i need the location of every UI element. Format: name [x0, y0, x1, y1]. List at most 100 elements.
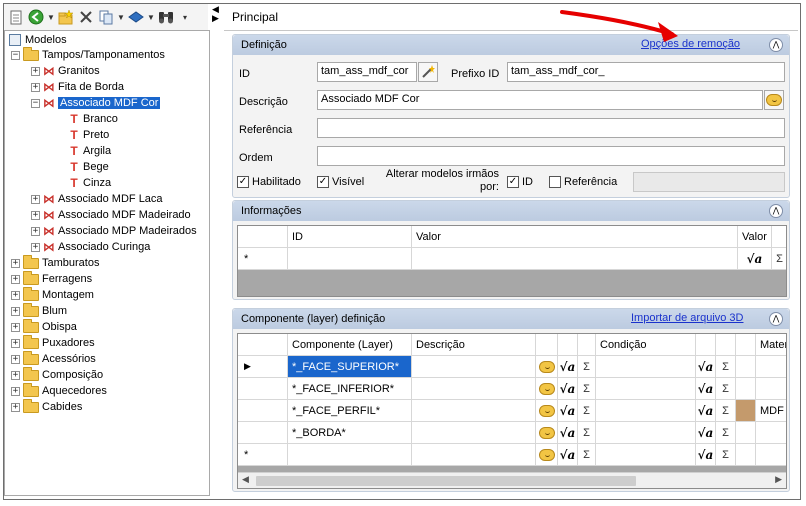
expand-icon[interactable]: + [31, 210, 40, 220]
sqrt-icon[interactable]: √a [696, 356, 716, 377]
informacoes-new-row[interactable]: * √a Σ [238, 248, 786, 270]
expand-icon[interactable]: + [31, 194, 40, 204]
tree-node-composicao[interactable]: + Composição [11, 366, 103, 383]
informacoes-grid[interactable]: ID Valor Valor * √a Σ [237, 225, 787, 297]
tree-node-argila[interactable]: T Argila [69, 143, 111, 159]
col-layer[interactable]: Componente (Layer) [288, 334, 412, 355]
sigma-icon[interactable]: Σ [716, 378, 736, 399]
sigma-icon[interactable]: Σ [578, 356, 596, 377]
tree-node-associado-mdf-laca[interactable]: + ⋈ Associado MDF Laca [31, 191, 163, 207]
tab-principal[interactable]: Principal [232, 10, 278, 24]
material-cell[interactable] [756, 422, 786, 443]
condition-cell[interactable] [596, 422, 696, 443]
tree-node-preto[interactable]: T Preto [69, 127, 109, 143]
pane-splitter[interactable]: ◀ ▶ [210, 4, 224, 498]
collapse-icon[interactable]: − [11, 50, 20, 60]
tree-node-tamburatos[interactable]: + Tamburatos [11, 254, 99, 271]
sqrt-icon[interactable]: √a [738, 248, 772, 269]
overflow-arrow-icon[interactable]: ▾ [183, 13, 191, 22]
binoculars-icon[interactable] [157, 8, 175, 26]
expand-icon[interactable]: + [11, 274, 20, 284]
col-material[interactable]: Mater [756, 334, 786, 355]
tree-node-associado-mdf-cor[interactable]: − ⋈ Associado MDF Cor [31, 95, 161, 111]
tree-node-bege[interactable]: T Bege [69, 159, 108, 175]
tree-node-cinza[interactable]: T Cinza [69, 175, 111, 191]
dropdown-arrow-icon[interactable]: ▼ [47, 13, 55, 22]
tree-node-ferragens[interactable]: + Ferragens [11, 270, 92, 287]
expand-icon[interactable]: + [11, 290, 20, 300]
translate-description-button[interactable] [764, 90, 784, 110]
sqrt-icon[interactable]: √a [696, 422, 716, 443]
description-cell[interactable] [412, 422, 536, 443]
expand-right-icon[interactable]: ▶ [212, 13, 219, 24]
new-folder-icon[interactable] [57, 8, 75, 26]
layer-cell[interactable]: *_FACE_INFERIOR* [288, 378, 412, 399]
expand-icon[interactable]: + [11, 258, 20, 268]
table-row[interactable]: *_FACE_INFERIOR* √a Σ √a Σ [238, 378, 786, 400]
componente-grid[interactable]: Componente (Layer) Descrição Condição Ma… [237, 333, 787, 489]
expand-icon[interactable]: + [11, 370, 20, 380]
sqrt-icon[interactable]: √a [696, 444, 716, 465]
expand-icon[interactable]: + [31, 226, 40, 236]
col-id[interactable]: ID [288, 226, 412, 247]
back-circle-icon[interactable] [27, 8, 45, 26]
material-swatch[interactable] [736, 378, 756, 399]
tree-node-aquecedores[interactable]: + Aquecedores [11, 382, 107, 399]
removal-options-link[interactable]: Opções de remoção [641, 38, 740, 50]
dropdown-arrow-icon[interactable]: ▼ [147, 13, 155, 22]
sqrt-icon[interactable]: √a [558, 356, 578, 377]
componente-new-row[interactable]: * √a Σ √a Σ [238, 444, 786, 466]
tree-node-puxadores[interactable]: + Puxadores [11, 334, 95, 351]
sigma-icon[interactable]: Σ [578, 400, 596, 421]
layer-cell[interactable]: *_BORDA* [288, 422, 412, 443]
sigma-icon[interactable]: Σ [716, 356, 736, 377]
tree-node-associado-mdp-madeirados[interactable]: + ⋈ Associado MDP Madeirados [31, 223, 197, 239]
tree-node-granitos[interactable]: + ⋈ Granitos [31, 63, 100, 79]
layer-cell[interactable]: *_FACE_PERFIL* [288, 400, 412, 421]
sigma-icon[interactable]: Σ [716, 422, 736, 443]
page-icon[interactable] [7, 8, 25, 26]
tree-node-obispa[interactable]: + Obispa [11, 318, 77, 335]
collapse-componente-icon[interactable]: ⋀ [769, 312, 783, 326]
sigma-icon[interactable]: Σ [716, 400, 736, 421]
scroll-left-icon[interactable]: ◀ [242, 474, 249, 485]
expand-icon[interactable]: + [11, 338, 20, 348]
material-swatch[interactable] [736, 422, 756, 443]
description-cell[interactable] [412, 356, 536, 377]
scroll-thumb[interactable] [256, 476, 636, 486]
sigma-icon[interactable]: Σ [578, 378, 596, 399]
siblings-id-checkbox[interactable]: ✓ ID [507, 176, 533, 188]
table-row[interactable]: ▶ *_FACE_SUPERIOR* √a Σ √a Σ [238, 356, 786, 378]
expand-icon[interactable]: + [31, 66, 40, 76]
tree-node-acessorios[interactable]: + Acessórios [11, 350, 96, 367]
col-valor-expr[interactable]: Valor [738, 226, 772, 247]
collapse-icon[interactable]: − [31, 98, 40, 108]
sigma-icon[interactable]: Σ [578, 422, 596, 443]
tree-node-modelos[interactable]: Modelos [9, 32, 67, 48]
horizontal-scrollbar[interactable]: ◀ ▶ [238, 472, 786, 488]
description-field[interactable]: Associado MDF Cor [317, 90, 763, 110]
tree-node-tampos[interactable]: − Tampos/Tamponamentos [11, 46, 165, 63]
tree-node-associado-mdf-madeirado[interactable]: + ⋈ Associado MDF Madeirado [31, 207, 191, 223]
sqrt-icon[interactable]: √a [558, 378, 578, 399]
description-cell[interactable] [412, 400, 536, 421]
speech-bubble-icon[interactable] [536, 444, 558, 465]
tree-node-branco[interactable]: T Branco [69, 111, 118, 127]
move-icon[interactable] [127, 8, 145, 26]
copy-icon[interactable] [97, 8, 115, 26]
speech-bubble-icon[interactable] [536, 356, 558, 377]
siblings-reference-checkbox[interactable]: Referência [549, 176, 617, 188]
sigma-icon[interactable]: Σ [716, 444, 736, 465]
expand-icon[interactable]: + [11, 402, 20, 412]
tree-node-fita-de-borda[interactable]: + ⋈ Fita de Borda [31, 79, 124, 95]
id-field[interactable]: tam_ass_mdf_cor [317, 62, 417, 82]
col-valor[interactable]: Valor [412, 226, 738, 247]
sqrt-icon[interactable]: √a [696, 400, 716, 421]
tree-node-cabides[interactable]: + Cabides [11, 398, 82, 415]
order-field[interactable] [317, 146, 785, 166]
condition-cell[interactable] [596, 356, 696, 377]
description-cell[interactable] [412, 378, 536, 399]
sqrt-icon[interactable]: √a [558, 444, 578, 465]
speech-bubble-icon[interactable] [536, 378, 558, 399]
table-row[interactable]: *_FACE_PERFIL* √a Σ √a Σ MDF C [238, 400, 786, 422]
